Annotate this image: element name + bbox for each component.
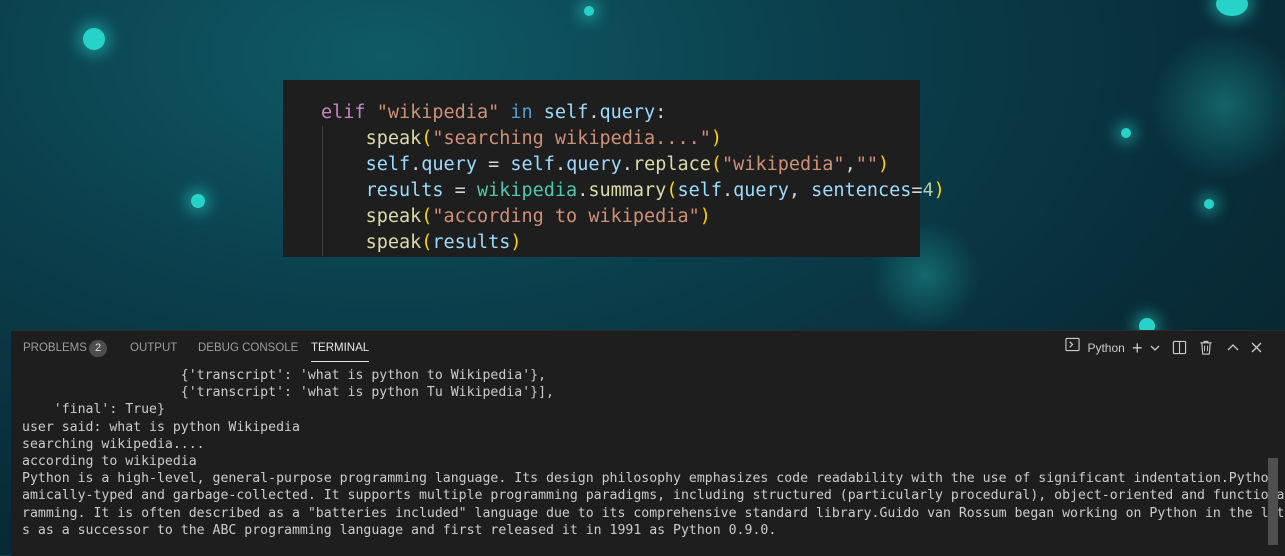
- terminal-profile-button[interactable]: Python: [1065, 331, 1125, 365]
- terminal-line: amically-typed and garbage-collected. It…: [22, 488, 1285, 504]
- code-token: self: [510, 154, 555, 175]
- code-token: results: [365, 180, 444, 201]
- terminal-output[interactable]: {'transcript': 'what is python to Wikipe…: [22, 367, 1285, 539]
- code-token: self: [677, 180, 723, 201]
- code-token: wikipedia: [476, 180, 578, 201]
- code-token: :: [655, 102, 667, 123]
- background-dot: [584, 6, 594, 16]
- code-token: .: [410, 154, 422, 175]
- problems-count-badge: 2: [89, 340, 107, 357]
- terminal-line: ramming. It is often described as a "bat…: [22, 505, 1285, 521]
- code-line: results = wikipedia.summary(self.query, …: [321, 178, 945, 204]
- code-token: query: [733, 180, 789, 201]
- code-token: "according to wikipedia": [432, 206, 700, 227]
- terminal-line: user said: what is python Wikipedia: [22, 419, 300, 435]
- code-token: .: [554, 154, 567, 175]
- terminal-line: 'final': True}: [22, 402, 165, 418]
- tab-output[interactable]: OUTPUT: [130, 331, 177, 365]
- code-token: "wikipedia": [376, 102, 500, 123]
- terminal-profile-label: Python: [1087, 341, 1125, 356]
- code-token: in: [499, 102, 544, 123]
- code-token: =: [911, 180, 923, 201]
- terminal-icon: [1065, 331, 1080, 365]
- tab-debug-console[interactable]: DEBUG CONSOLE: [198, 331, 298, 365]
- code-token: query: [566, 154, 622, 175]
- chevron-up-icon[interactable]: [1227, 331, 1239, 365]
- code-token: "searching wikipedia....": [432, 128, 711, 149]
- code-token: self: [365, 154, 411, 175]
- split-icon[interactable]: [1172, 331, 1187, 365]
- code-line: speak("according to wikipedia"): [321, 204, 920, 230]
- code-token: (: [710, 154, 723, 175]
- code-token: ,: [788, 180, 812, 201]
- code-line: self.query = self.query.replace("wikiped…: [321, 152, 920, 178]
- code-token: (: [666, 180, 678, 201]
- code-snippet: elif "wikipedia" in self.query: speak("s…: [283, 80, 945, 257]
- code-token: results: [432, 232, 511, 253]
- code-token: .: [722, 180, 734, 201]
- terminal-line: {'transcript': 'what is python to Wikipe…: [22, 368, 547, 383]
- code-token: query: [599, 102, 656, 123]
- terminal-line: s as a successor to the ABC programming …: [22, 522, 777, 538]
- trash-icon[interactable]: [1199, 331, 1213, 365]
- code-token: (: [421, 206, 433, 227]
- code-token: .: [588, 102, 600, 123]
- background-dot: [83, 28, 105, 50]
- tab-terminal[interactable]: TERMINAL: [311, 331, 370, 365]
- code-token: "": [855, 154, 878, 175]
- code-line: speak(results): [321, 230, 920, 256]
- background-dot: [1121, 128, 1131, 138]
- code-token: =: [443, 180, 477, 201]
- bottom-panel: PROBLEMS 2 OUTPUT DEBUG CONSOLE TERMINAL…: [11, 330, 1285, 556]
- code-token: ): [699, 206, 711, 227]
- terminal-line: Python is a high-level, general-purpose …: [22, 471, 1285, 487]
- code-token: .: [577, 180, 589, 201]
- code-token: ): [878, 154, 890, 175]
- code-token: sentences: [811, 180, 912, 201]
- indent-guide: [322, 126, 323, 256]
- code-token: speak: [365, 206, 422, 227]
- code-token: (: [421, 128, 433, 149]
- background-dot: [191, 194, 205, 208]
- background-dot: [1216, 0, 1248, 16]
- code-token: ): [710, 128, 722, 149]
- code-token: summary: [588, 180, 667, 201]
- terminal-line: searching wikipedia....: [22, 436, 205, 452]
- code-token: self: [543, 102, 589, 123]
- tab-problems[interactable]: PROBLEMS: [23, 331, 87, 365]
- panel-tab-bar: PROBLEMS 2 OUTPUT DEBUG CONSOLE TERMINAL…: [11, 331, 1285, 365]
- chevron-down-icon[interactable]: [1150, 331, 1160, 365]
- code-token: speak: [365, 128, 422, 149]
- background-dot: [1204, 199, 1214, 209]
- terminal-scrollbar[interactable]: [1268, 458, 1278, 545]
- code-token: ): [933, 180, 945, 201]
- background-glow: [1150, 30, 1285, 180]
- terminal-line: {'transcript': 'what is python Tu Wikipe…: [22, 385, 554, 401]
- code-token: .: [621, 154, 633, 175]
- code-token: speak: [365, 232, 422, 253]
- terminal-line: according to wikipedia: [22, 454, 197, 470]
- code-token: (: [421, 232, 433, 253]
- code-token: ): [510, 232, 522, 253]
- code-token: ,: [844, 154, 856, 175]
- code-line: speak("searching wikipedia...."): [321, 126, 920, 152]
- code-token: =: [476, 154, 511, 175]
- new-terminal-button[interactable]: +: [1132, 331, 1143, 365]
- code-token: 4: [922, 180, 934, 201]
- close-icon[interactable]: [1251, 331, 1262, 365]
- code-token: "wikipedia": [722, 154, 845, 175]
- code-token: elif: [321, 102, 377, 123]
- code-token: replace: [632, 154, 711, 175]
- code-line: elif "wikipedia" in self.query:: [321, 100, 920, 126]
- code-token: query: [421, 154, 477, 175]
